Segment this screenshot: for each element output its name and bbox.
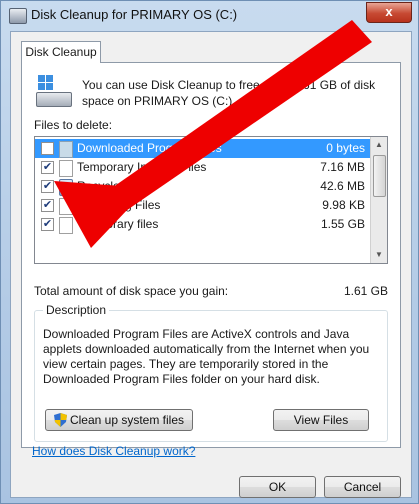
file-icon	[59, 198, 73, 215]
view-files-button[interactable]: View Files	[273, 409, 369, 431]
scroll-down-icon[interactable]: ▼	[371, 247, 387, 263]
file-row[interactable]: ✔ Temporary Internet Files 7.16 MB	[35, 158, 371, 177]
file-size: 9.98 KB	[322, 198, 365, 212]
file-checkbox[interactable]	[41, 142, 54, 155]
dialog-client-area: Disk Cleanup You can use Disk Cleanup to…	[10, 31, 412, 498]
ok-button[interactable]: OK	[239, 476, 316, 498]
files-to-delete-label: Files to delete:	[34, 118, 113, 132]
scroll-up-icon[interactable]: ▲	[371, 137, 387, 153]
description-legend: Description	[43, 303, 110, 317]
file-name: Setup Log Files	[77, 198, 161, 212]
tab-panel: You can use Disk Cleanup to free up to 1…	[21, 62, 401, 448]
file-checkbox[interactable]: ✔	[41, 161, 54, 174]
file-row[interactable]: Downloaded Program Files 0 bytes	[35, 139, 371, 158]
total-space-value: 1.61 GB	[343, 284, 388, 298]
file-row[interactable]: ✔ Temporary files 1.55 GB	[35, 215, 371, 234]
title-bar[interactable]: Disk Cleanup for PRIMARY OS (C:) x	[1, 1, 418, 31]
uac-shield-icon	[54, 413, 67, 427]
file-name: Recycle Bin	[77, 179, 141, 193]
disk-cleanup-app-icon	[9, 8, 27, 24]
folder-icon	[59, 141, 73, 158]
file-size: 42.6 MB	[320, 179, 365, 193]
disk-cleanup-window: Disk Cleanup for PRIMARY OS (C:) x Disk …	[0, 0, 419, 504]
close-button[interactable]: x	[366, 2, 412, 23]
file-row[interactable]: ✔ Setup Log Files 9.98 KB	[35, 196, 371, 215]
total-space-label: Total amount of disk space you gain:	[34, 284, 229, 298]
file-row[interactable]: ✔ Recycle Bin 42.6 MB	[35, 177, 371, 196]
description-text: Downloaded Program Files are ActiveX con…	[43, 327, 370, 386]
file-checkbox[interactable]: ✔	[41, 199, 54, 212]
description-group: Description Downloaded Program Files are…	[34, 303, 388, 442]
list-scrollbar[interactable]: ▲ ▼	[370, 137, 387, 263]
file-size: 7.16 MB	[320, 160, 365, 174]
file-checkbox[interactable]: ✔	[41, 180, 54, 193]
cancel-button[interactable]: Cancel	[324, 476, 401, 498]
help-link[interactable]: How does Disk Cleanup work?	[32, 444, 195, 458]
file-size: 1.55 GB	[320, 217, 365, 231]
file-name: Temporary Internet Files	[77, 160, 207, 174]
file-size: 0 bytes	[326, 141, 365, 155]
lock-file-icon	[59, 160, 73, 177]
file-name: Downloaded Program Files	[77, 141, 222, 155]
window-title: Disk Cleanup for PRIMARY OS (C:)	[31, 7, 238, 22]
scroll-thumb[interactable]	[373, 155, 386, 197]
clean-up-system-files-button[interactable]: Clean up system files	[45, 409, 193, 431]
drive-icon	[36, 75, 72, 109]
intro-text: You can use Disk Cleanup to free up to 1…	[82, 78, 376, 108]
recycle-bin-icon	[59, 179, 73, 196]
clean-up-system-files-label: Clean up system files	[69, 413, 185, 427]
tab-disk-cleanup[interactable]: Disk Cleanup	[21, 41, 101, 63]
file-icon	[59, 217, 73, 234]
file-checkbox[interactable]: ✔	[41, 218, 54, 231]
files-to-delete-list[interactable]: Downloaded Program Files 0 bytes ✔ Temporar…	[34, 136, 388, 264]
file-name: Temporary files	[77, 217, 159, 231]
